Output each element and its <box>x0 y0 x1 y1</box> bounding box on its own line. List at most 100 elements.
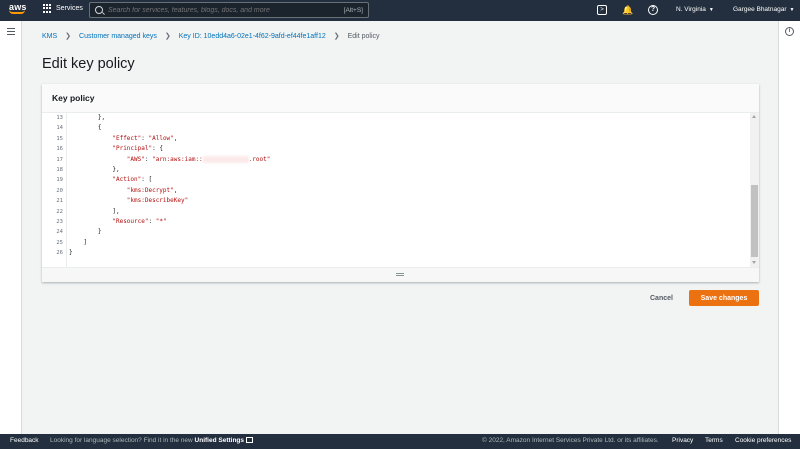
aws-logo[interactable]: aws <box>9 2 29 19</box>
account-menu[interactable]: Gargee Bhatnagar ▼ <box>733 6 794 13</box>
services-menu-button[interactable]: Services <box>43 4 83 13</box>
json-key: "Principal" <box>112 145 153 153</box>
line-number: 26 <box>56 250 63 257</box>
save-changes-button[interactable]: Save changes <box>689 290 759 306</box>
breadcrumb-key-id[interactable]: Key ID: 10edd4a6-02e1-4f62-9afd-ef44fe1a… <box>179 33 326 40</box>
search-shortcut: [Alt+S] <box>343 6 363 14</box>
scroll-down-icon[interactable] <box>752 261 756 264</box>
breadcrumb-kms[interactable]: KMS <box>42 33 57 40</box>
cloudshell-icon[interactable]: > <box>597 5 607 15</box>
chevron-down-icon: ▼ <box>789 7 795 13</box>
line-number: 21 <box>56 198 63 205</box>
code-text: "Effect": "Allow", <box>112 134 178 142</box>
breadcrumb-customer-managed-keys[interactable]: Customer managed keys <box>79 33 157 40</box>
region-selector[interactable]: N. Virginia ▼ <box>676 6 714 13</box>
panel-title: Key policy <box>52 93 95 103</box>
code-text: } <box>97 228 102 236</box>
search-icon <box>95 6 103 14</box>
line-number: 24 <box>56 229 63 236</box>
right-tools-rail: i <box>778 21 800 434</box>
language-notice: Looking for language selection? Find it … <box>50 437 254 444</box>
resize-handle-icon[interactable] <box>396 273 404 276</box>
line-number: 16 <box>56 146 63 153</box>
code-line: 22 ], <box>42 207 742 217</box>
code-text: }, <box>112 166 120 173</box>
code-text: ] <box>83 238 88 246</box>
code-line: 23 "Resource": "*" <box>42 217 742 227</box>
chevron-down-icon: ▼ <box>708 7 714 13</box>
code-text: ], <box>112 207 120 215</box>
editor-resize-bar[interactable] <box>42 267 759 282</box>
code-text: "kms:DescribeKey" <box>69 196 188 206</box>
code-text: }, <box>97 114 106 121</box>
search-box[interactable]: [Alt+S] <box>89 2 369 18</box>
redacted-account-id <box>202 155 249 163</box>
json-key: "Effect" <box>112 134 142 142</box>
page-title: Edit key policy <box>42 56 135 72</box>
line-number: 14 <box>56 125 63 132</box>
line-number: 22 <box>56 208 63 215</box>
line-number: 23 <box>56 219 63 225</box>
unified-settings-link[interactable]: Unified Settings <box>195 437 244 444</box>
json-value: "arn:aws:iam:: <box>152 155 203 163</box>
chevron-right-icon: ❯ <box>164 33 171 40</box>
code-line: 17 "AWS": "arn:aws:iam:: .root" <box>42 155 742 165</box>
json-key: "AWS" <box>126 155 145 163</box>
code-line: 26} <box>42 248 742 258</box>
copyright-text: © 2022, Amazon Internet Services Private… <box>482 437 659 444</box>
line-number: 17 <box>56 156 63 163</box>
line-number: 19 <box>56 177 63 184</box>
code-line: 19 "Action": [ <box>42 175 742 185</box>
code-line: 15 "Effect": "Allow", <box>42 134 742 144</box>
line-number: 15 <box>56 135 63 142</box>
code-line: 13 }, <box>42 113 742 123</box>
json-value: .root" <box>248 155 271 163</box>
help-icon[interactable]: ? <box>648 5 658 15</box>
user-name: Gargee Bhatnagar <box>733 6 787 13</box>
code-line: 21 "kms:DescribeKey" <box>42 196 742 206</box>
region-label: N. Virginia <box>676 6 706 13</box>
line-number: 18 <box>56 167 63 173</box>
grid-icon <box>43 4 52 13</box>
left-navigation-rail <box>0 21 22 434</box>
chevron-right-icon: ❯ <box>65 33 72 40</box>
json-key: "Resource" <box>112 218 149 225</box>
cancel-button[interactable]: Cancel <box>644 290 679 306</box>
json-value: "kms:Decrypt" <box>126 186 174 194</box>
privacy-link[interactable]: Privacy <box>672 437 693 444</box>
code-text: { <box>97 124 102 132</box>
code-line: 25 ] <box>42 238 742 248</box>
cookie-preferences-link[interactable]: Cookie preferences <box>735 437 791 444</box>
scrollbar-thumb[interactable] <box>751 185 758 257</box>
code-text: "Principal": { <box>112 145 163 153</box>
line-number: 13 <box>56 115 63 121</box>
chevron-right-icon: ❯ <box>333 33 340 40</box>
key-policy-panel: Key policy 13 }, 14 {15 "Effect": "Allow"… <box>42 84 759 282</box>
external-link-icon <box>246 437 254 444</box>
breadcrumb-current: Edit policy <box>347 32 380 40</box>
aws-logo-text: aws <box>9 2 27 12</box>
breadcrumb: KMS ❯ Customer managed keys ❯ Key ID: 10… <box>42 32 380 41</box>
feedback-link[interactable]: Feedback <box>10 437 39 444</box>
code-text: "kms:Decrypt", <box>126 186 178 194</box>
scroll-up-icon[interactable] <box>752 115 756 118</box>
policy-code-editor[interactable]: 13 }, 14 {15 "Effect": "Allow", 16 "Princi… <box>42 113 759 267</box>
code-line: 24 } <box>42 227 742 237</box>
language-notice-text: Looking for language selection? Find it … <box>50 437 195 444</box>
json-value: "kms:DescribeKey" <box>126 197 189 205</box>
code-line: 20 "kms:Decrypt", <box>42 186 742 196</box>
code-line: 14 { <box>42 123 742 133</box>
footer: Feedback Looking for language selection?… <box>0 434 800 449</box>
info-icon[interactable]: i <box>785 27 794 36</box>
terms-link[interactable]: Terms <box>705 437 723 444</box>
bell-icon[interactable]: 🔔 <box>622 5 633 15</box>
code-text: "Action": [ <box>112 176 153 184</box>
top-navigation: aws Services [Alt+S] > 🔔 ? N. Virginia▼ … <box>0 0 800 21</box>
panel-header: Key policy <box>42 84 759 113</box>
hamburger-icon[interactable] <box>7 28 15 35</box>
code-text: } <box>69 249 73 257</box>
search-input[interactable] <box>108 6 344 14</box>
code-text: "Resource": "*" <box>112 218 167 225</box>
code-line: 16 "Principal": { <box>42 144 742 154</box>
json-value: "Allow" <box>148 134 174 142</box>
